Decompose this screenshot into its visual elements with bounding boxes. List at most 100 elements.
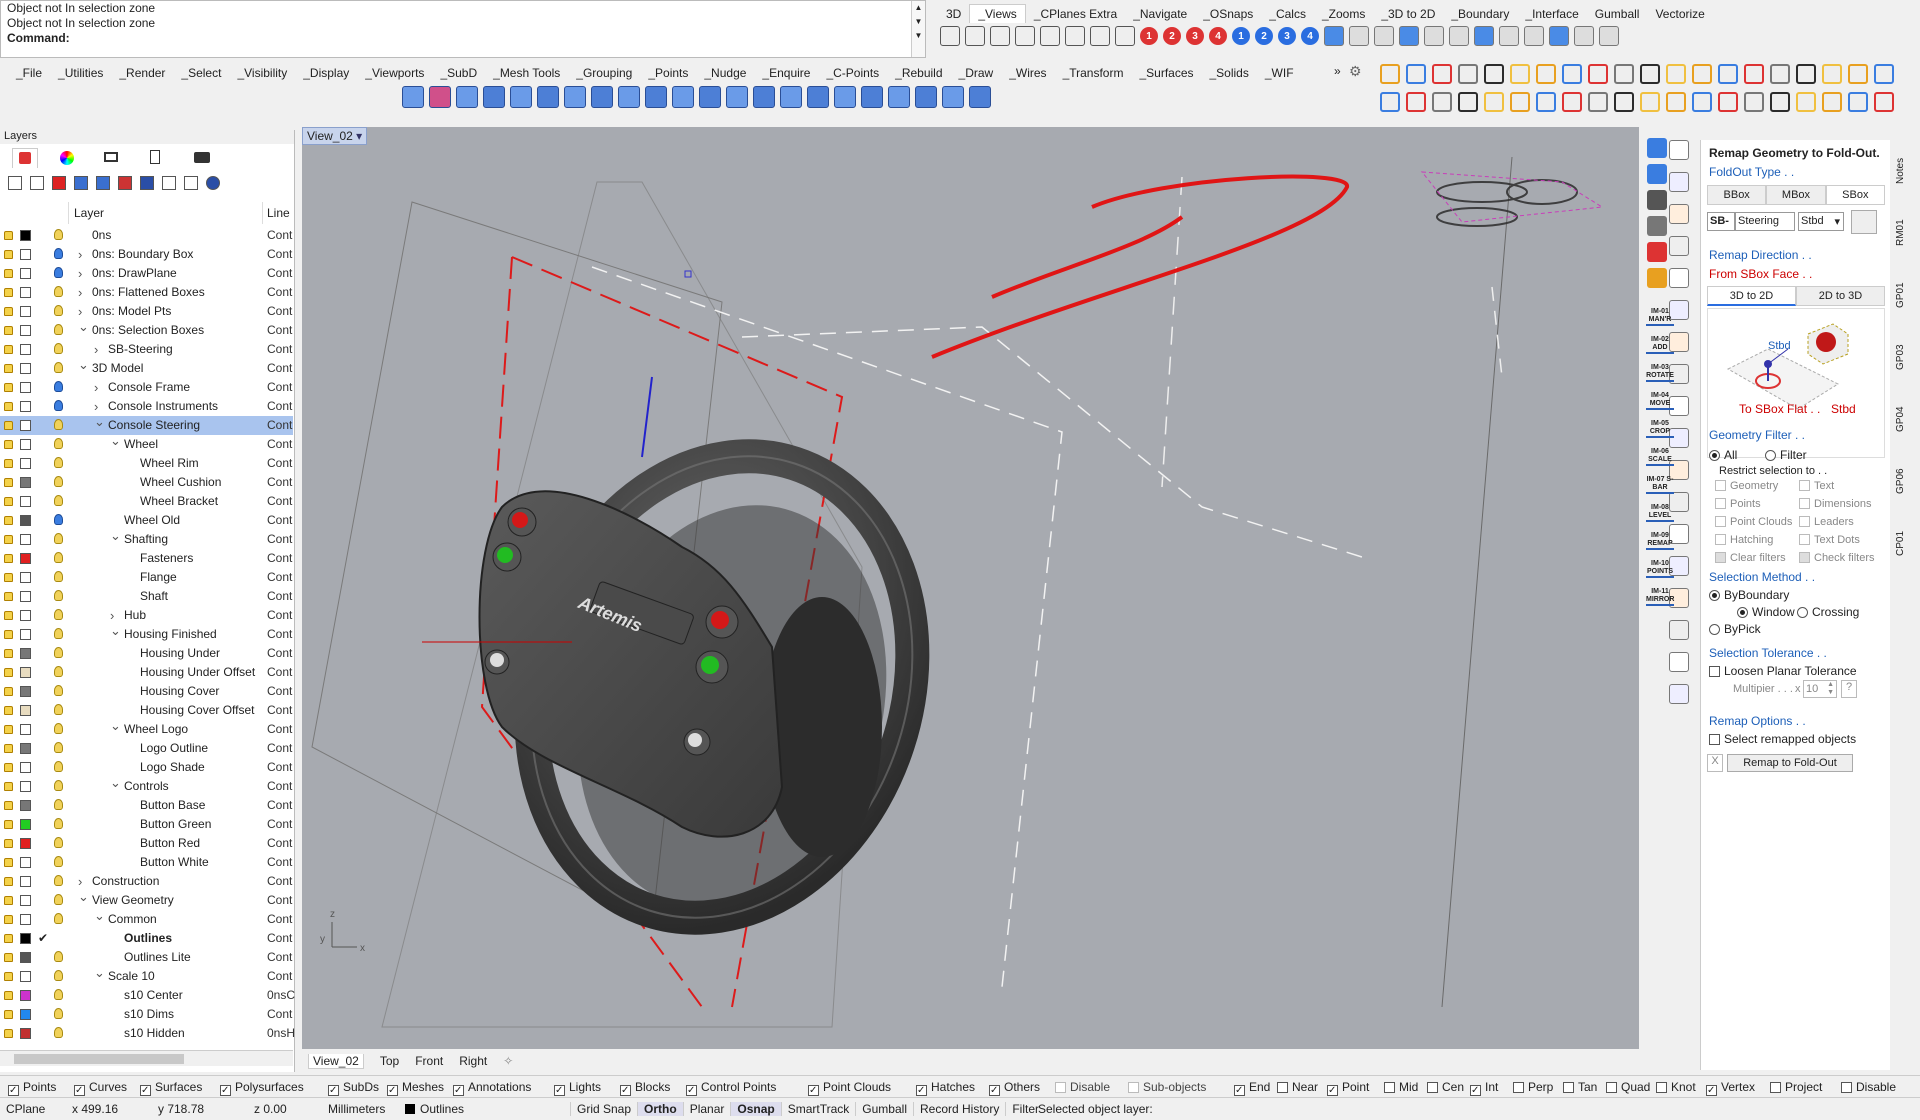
tab-top-6[interactable]: _Zooms: [1314, 5, 1373, 23]
tool-icon[interactable]: [1406, 64, 1426, 84]
tab-top-10[interactable]: Gumball: [1587, 5, 1648, 23]
named-view-icon[interactable]: 3: [1278, 27, 1296, 45]
osnap-12[interactable]: Disable: [1841, 1080, 1896, 1094]
tool-icon[interactable]: [1640, 64, 1660, 84]
osnap-3[interactable]: Mid: [1384, 1080, 1418, 1094]
tab-main-18[interactable]: _Surfaces: [1131, 64, 1201, 82]
tool-icon[interactable]: [1562, 64, 1582, 84]
lock-icon[interactable]: [4, 535, 13, 544]
gf-all-radio[interactable]: All: [1709, 448, 1737, 462]
osnap-10[interactable]: ✓ Vertex: [1706, 1080, 1755, 1096]
status-toggle-1[interactable]: Ortho: [637, 1102, 683, 1116]
layer-color-swatch[interactable]: [20, 382, 31, 393]
tool-icon[interactable]: [1536, 92, 1556, 112]
visibility-bulb-icon[interactable]: [54, 685, 63, 696]
gf-checkbox[interactable]: Check filters: [1799, 552, 1875, 564]
help-button[interactable]: ?: [1841, 680, 1857, 698]
visibility-bulb-icon[interactable]: [54, 229, 63, 240]
visibility-bulb-icon[interactable]: [54, 476, 63, 487]
visibility-bulb-icon[interactable]: [54, 552, 63, 563]
layer-color-swatch[interactable]: [20, 743, 31, 754]
lock-icon[interactable]: [4, 858, 13, 867]
layer-row[interactable]: ⌄ Housing Finished Cont: [0, 623, 293, 644]
lock-icon[interactable]: [4, 383, 13, 392]
display-tool-icon[interactable]: [1399, 26, 1419, 46]
main-tool-icon[interactable]: [483, 86, 505, 108]
crossing-radio[interactable]: Crossing: [1797, 605, 1859, 619]
tab-top-4[interactable]: _OSnaps: [1195, 5, 1261, 23]
tool-icon[interactable]: [1432, 92, 1452, 112]
layer-row[interactable]: 0ns Cont: [0, 226, 293, 245]
side-tool-label[interactable]: IM-11 MIRROR: [1646, 588, 1674, 606]
tab-main-5[interactable]: _Display: [295, 64, 357, 82]
camera-tab-icon[interactable]: [194, 152, 210, 163]
side-tool-icon[interactable]: [1669, 652, 1689, 672]
side-tool-icon[interactable]: [1647, 190, 1667, 210]
layer-row[interactable]: Wheel Rim Cont: [0, 454, 293, 473]
gf-checkbox[interactable]: Geometry: [1715, 480, 1778, 492]
multiplier-stepper[interactable]: 10 ▲ ▼: [1803, 680, 1837, 698]
tab-main-9[interactable]: _Grouping: [568, 64, 640, 82]
layer-color-swatch[interactable]: [20, 496, 31, 507]
lock-icon[interactable]: [4, 953, 13, 962]
filter-9[interactable]: ✓ Control Points: [686, 1080, 776, 1096]
view-tool-icon[interactable]: [1115, 26, 1135, 46]
layer-color-swatch[interactable]: [20, 857, 31, 868]
filter-5[interactable]: ✓ Meshes: [387, 1080, 444, 1096]
tool-icon[interactable]: [1848, 64, 1868, 84]
display-tool-icon[interactable]: [1524, 26, 1544, 46]
direction-tab-0[interactable]: 3D to 2D: [1707, 286, 1796, 306]
lock-icon[interactable]: [4, 725, 13, 734]
side-tool-icon[interactable]: [1669, 140, 1689, 160]
gf-checkbox[interactable]: Text Dots: [1799, 534, 1860, 546]
viewport-tab-view_02[interactable]: View_02: [308, 1053, 364, 1069]
lock-icon[interactable]: [4, 269, 13, 278]
layer-row[interactable]: ⌄ Shafting Cont: [0, 528, 293, 549]
tool-icon[interactable]: [1432, 64, 1452, 84]
visibility-bulb-icon[interactable]: [54, 837, 63, 848]
osnap-11[interactable]: Project: [1770, 1080, 1822, 1094]
expand-chevron-icon[interactable]: ›: [94, 340, 98, 359]
tool-icon[interactable]: [1796, 64, 1816, 84]
status-toggle-5[interactable]: Gumball: [855, 1102, 913, 1116]
gf-checkbox[interactable]: Text: [1799, 480, 1834, 492]
lock-icon[interactable]: [4, 649, 13, 658]
tool-icon[interactable]: [1458, 64, 1478, 84]
layer-row[interactable]: › Console Instruments Cont: [0, 397, 293, 416]
side-tool-label[interactable]: IM-03 ROTATE: [1646, 364, 1674, 382]
tab-main-12[interactable]: _Enquire: [754, 64, 818, 82]
side-tool-label[interactable]: IM-05 CROP: [1646, 420, 1674, 438]
lock-icon[interactable]: [4, 611, 13, 620]
lock-icon[interactable]: [4, 782, 13, 791]
sb-name-input[interactable]: Steering: [1735, 212, 1795, 231]
lock-icon[interactable]: [4, 915, 13, 924]
command-scrollbar[interactable]: ▲ ▼ ▼: [911, 1, 925, 57]
layer-row[interactable]: s10 Dims Cont: [0, 1005, 293, 1024]
side-tool-icon[interactable]: [1669, 268, 1689, 288]
layer-color-swatch[interactable]: [20, 990, 31, 1001]
tab-main-11[interactable]: _Nudge: [696, 64, 754, 82]
window-radio[interactable]: Window: [1737, 605, 1795, 619]
command-prompt[interactable]: Command:: [1, 31, 925, 46]
tab-main-13[interactable]: _C-Points: [818, 64, 887, 82]
tab-main-8[interactable]: _Mesh Tools: [485, 64, 568, 82]
add-viewport-icon[interactable]: ✧: [503, 1054, 513, 1068]
visibility-bulb-icon[interactable]: [54, 856, 63, 867]
lock-icon[interactable]: [4, 706, 13, 715]
view-tool-icon[interactable]: [1015, 26, 1035, 46]
tool-icon[interactable]: [1380, 92, 1400, 112]
lock-icon[interactable]: [4, 801, 13, 810]
lock-icon[interactable]: [4, 554, 13, 563]
panel-vtab-gp01[interactable]: GP01: [1895, 266, 1917, 324]
lock-icon[interactable]: [4, 972, 13, 981]
visibility-bulb-icon[interactable]: [54, 913, 63, 924]
command-history[interactable]: Object not In selection zone Object not …: [0, 0, 926, 58]
layer-color-swatch[interactable]: [20, 534, 31, 545]
help-icon[interactable]: [206, 176, 220, 190]
main-tool-icon[interactable]: [591, 86, 613, 108]
tab-top-8[interactable]: _Boundary: [1443, 5, 1517, 23]
linetype-column-header[interactable]: Line: [267, 206, 290, 220]
layer-color-swatch[interactable]: [20, 268, 31, 279]
visibility-bulb-icon[interactable]: [54, 761, 63, 772]
filter-3[interactable]: ✓ Polysurfaces: [220, 1080, 304, 1096]
